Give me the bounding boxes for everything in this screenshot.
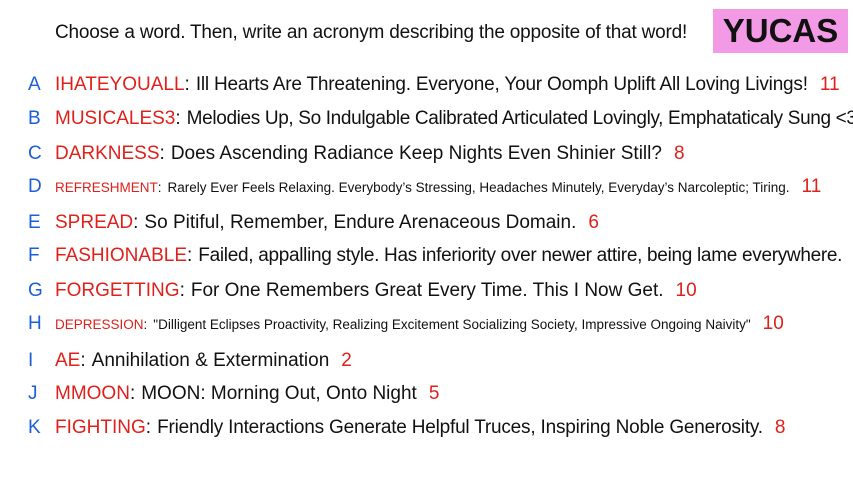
item-word: FIGHTING (55, 417, 146, 438)
item-letter: H (28, 313, 42, 334)
item-acronym: Rarely Ever Feels Relaxing. Everybody’s … (167, 180, 790, 195)
item-acronym: "Dilligent Eclipses Proactivity, Realizi… (153, 317, 751, 332)
item-word: MMOON (55, 383, 130, 404)
item-word: IHATEYOUALL (55, 74, 185, 95)
item-word: DEPRESSION (55, 317, 144, 332)
colon: : (157, 180, 162, 195)
list-item: H DEPRESSION: "Dilligent Eclipses Proact… (28, 313, 784, 335)
colon: : (143, 317, 148, 332)
item-letter: A (28, 74, 41, 95)
item-count: 10 (762, 313, 784, 334)
list-item: I AE: Annihilation & Extermination 2 (28, 350, 352, 372)
item-count: 8 (774, 417, 786, 438)
list-item: J MMOON: MOON: Morning Out, Onto Night 5 (28, 383, 439, 405)
list-item: D REFRESHMENT: Rarely Ever Feels Relaxin… (28, 176, 821, 198)
colon: : (159, 143, 165, 164)
item-word: AE (55, 350, 81, 371)
item-word: SPREAD (55, 212, 134, 233)
list-item: K FIGHTING: Friendly Interactions Genera… (28, 417, 785, 439)
item-word: FASHIONABLE (55, 245, 187, 266)
colon: : (80, 350, 86, 371)
item-letter: J (28, 383, 38, 404)
list-item: A IHATEYOUALL: Ill Hearts Are Threatenin… (28, 74, 840, 96)
item-acronym: Melodies Up, So Indulgable Calibrated Ar… (186, 108, 853, 129)
item-word: DARKNESS (55, 143, 160, 164)
item-count: 2 (341, 350, 352, 371)
prompt-text: Choose a word. Then, write an acronym de… (55, 22, 688, 43)
list-item: E SPREAD: So Pitiful, Remember, Endure A… (28, 212, 599, 234)
colon: : (187, 245, 193, 266)
colon: : (133, 212, 139, 233)
item-word: FORGETTING (55, 280, 180, 301)
colon: : (129, 383, 136, 404)
list-item: F FASHIONABLE: Failed, appalling style. … (28, 245, 853, 267)
list-item: G FORGETTING: For One Remembers Great Ev… (28, 280, 697, 302)
item-letter: B (28, 108, 41, 129)
item-count: 8 (673, 143, 685, 164)
item-acronym: Annihilation & Extermination (91, 350, 330, 371)
item-letter: I (28, 350, 34, 371)
item-acronym: Ill Hearts Are Threatening. Everyone, Yo… (195, 74, 808, 95)
item-acronym: Friendly Interactions Generate Helpful T… (157, 417, 763, 438)
list-item: B MUSICALES3: Melodies Up, So Indulgable… (28, 108, 853, 130)
item-word: REFRESHMENT (55, 180, 158, 195)
user-badge: YUCAS (713, 9, 848, 53)
item-letter: K (28, 417, 41, 438)
item-letter: C (28, 143, 42, 164)
item-count: 10 (675, 280, 697, 301)
item-acronym: So Pitiful, Remember, Endure Arenaceous … (144, 212, 577, 233)
colon: : (184, 74, 190, 95)
item-letter: E (28, 212, 41, 233)
colon: : (175, 108, 181, 129)
item-word: MUSICALES3 (55, 108, 176, 129)
item-acronym: Failed, appalling style. Has inferiority… (198, 245, 843, 266)
item-count: 6 (588, 212, 599, 233)
item-count: 5 (428, 383, 440, 404)
item-acronym: MOON: Morning Out, Onto Night (141, 383, 417, 404)
item-count: 11 (819, 74, 840, 95)
list-item: C DARKNESS: Does Ascending Radiance Keep… (28, 143, 685, 165)
item-letter: G (28, 280, 43, 301)
colon: : (179, 280, 185, 301)
item-count: 11 (801, 176, 822, 197)
colon: : (145, 417, 152, 438)
item-letter: F (28, 245, 40, 266)
item-acronym: For One Remembers Great Every Time. This… (190, 280, 664, 301)
item-letter: D (28, 176, 42, 197)
item-acronym: Does Ascending Radiance Keep Nights Even… (170, 143, 662, 164)
